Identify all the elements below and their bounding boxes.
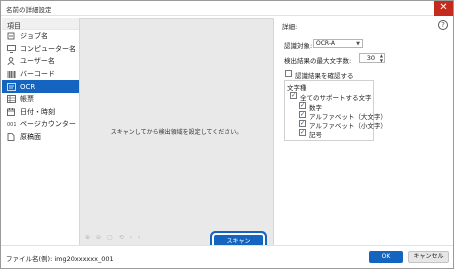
form-icon — [6, 95, 16, 104]
chevron-down-icon: ▼ — [356, 41, 360, 47]
sidebar-item-document-side[interactable]: 原稿面 — [2, 131, 79, 144]
computer-icon — [6, 44, 16, 53]
ocr-icon — [6, 82, 16, 91]
item-list-header: 項目 — [2, 18, 79, 30]
recognition-target-select[interactable]: OCR-A ▼ — [313, 39, 363, 48]
rotate-icon[interactable]: ⟲ — [119, 234, 124, 241]
spin-arrows-icon[interactable]: ▲ ▼ — [380, 53, 383, 63]
uppercase-checkbox[interactable]: ✓ — [299, 111, 306, 118]
barcode-icon — [6, 70, 16, 79]
confirm-result-checkbox[interactable] — [285, 70, 292, 77]
max-chars-label: 検出結果の最大文字数: — [284, 57, 352, 65]
digits-checkbox[interactable]: ✓ — [299, 102, 306, 109]
option-label: 記号 — [309, 131, 322, 139]
sidebar-item-label: コンピューター名 — [20, 44, 76, 53]
max-chars-value: 30 — [366, 54, 375, 62]
user-icon — [6, 57, 16, 66]
sidebar-item-label: ユーザー名 — [20, 57, 55, 66]
document-side-icon — [6, 133, 16, 142]
close-button[interactable]: ✕ — [434, 1, 453, 16]
sidebar-item-ocr[interactable]: OCR — [2, 80, 79, 93]
sidebar-item-user-name[interactable]: ユーザー名 — [2, 55, 79, 68]
dialog-footer: ファイル名(例): img20xxxxxx_001 OK キャンセル — [1, 245, 453, 268]
lowercase-checkbox[interactable]: ✓ — [299, 120, 306, 127]
title-bar: 名前の詳細設定 ✕ — [1, 1, 453, 16]
sidebar-item-label: OCR — [20, 82, 36, 91]
filename-label: ファイル名(例): — [6, 255, 53, 263]
ok-button[interactable]: OK — [369, 251, 403, 263]
sidebar-item-date-time[interactable]: 日付・時刻 — [2, 106, 79, 119]
all-chars-label: 全てのサポートする文字 — [300, 94, 372, 102]
svg-text:001: 001 — [7, 122, 16, 127]
next-icon[interactable]: › — [138, 234, 140, 241]
help-icon[interactable]: ? — [438, 20, 448, 30]
all-chars-checkbox[interactable]: ✓ — [290, 92, 297, 99]
preview-toolbar: ⊕ ⊖ ▢ ⟲ ‹ › — [85, 234, 141, 241]
sidebar-item-label: 帳票 — [20, 95, 34, 104]
sidebar-item-computer-name[interactable]: コンピューター名 — [2, 43, 79, 56]
sidebar-item-label: ジョブ名 — [20, 32, 48, 41]
sidebar-item-page-counter[interactable]: 001 ページカウンター — [2, 118, 79, 131]
recognition-target-value: OCR-A — [316, 40, 335, 47]
item-list: 項目 ジョブ名 コンピューター名 ユーザー名 バーコード OCR 帳票 日付・時… — [2, 18, 79, 244]
job-icon — [6, 32, 16, 41]
details-header: 詳細: — [282, 23, 298, 31]
previous-icon[interactable]: ‹ — [130, 234, 132, 241]
symbols-checkbox[interactable]: ✓ — [299, 129, 306, 136]
window-title: 名前の詳細設定 — [6, 6, 52, 14]
confirm-result-label: 認識結果を確認する — [295, 72, 354, 80]
filename-value: img20xxxxxx_001 — [54, 255, 114, 263]
sidebar-item-label: バーコード — [20, 70, 55, 79]
sidebar-item-label: 日付・時刻 — [20, 107, 55, 116]
sidebar-item-job-name[interactable]: ジョブ名 — [2, 30, 79, 43]
target-label: 認識対象: — [284, 42, 313, 50]
fit-icon[interactable]: ▢ — [107, 234, 113, 241]
sidebar-item-label: 原稿面 — [20, 133, 41, 142]
zoom-out-icon[interactable]: ⊖ — [96, 234, 101, 241]
sidebar-item-barcode[interactable]: バーコード — [2, 68, 79, 81]
page-counter-icon: 001 — [6, 120, 16, 129]
scan-preview-area[interactable]: スキャンしてから検出領域を設定してください。 ⊕ ⊖ ▢ ⟲ ‹ › スキャン — [79, 18, 274, 250]
sidebar-item-form[interactable]: 帳票 — [2, 93, 79, 106]
cancel-button[interactable]: キャンセル — [408, 251, 449, 263]
calendar-icon — [6, 107, 16, 116]
preview-message: スキャンしてから検出領域を設定してください。 — [110, 129, 243, 136]
zoom-in-icon[interactable]: ⊕ — [85, 234, 90, 241]
max-chars-spinbox[interactable]: 30 ▲ ▼ — [359, 53, 385, 63]
filename-example: ファイル名(例): img20xxxxxx_001 — [6, 253, 114, 263]
char-type-label: 文字種 — [287, 84, 307, 92]
sidebar-item-label: ページカウンター — [20, 120, 76, 129]
advanced-name-settings-dialog: 名前の詳細設定 ✕ 項目 ジョブ名 コンピューター名 ユーザー名 バーコード O… — [0, 0, 454, 269]
